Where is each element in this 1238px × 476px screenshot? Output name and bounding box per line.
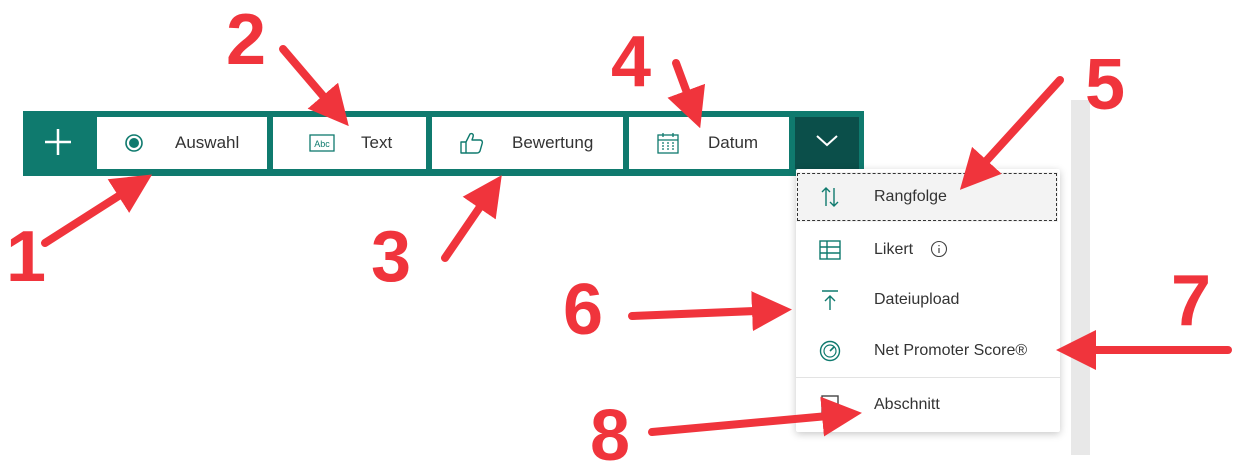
annotation-arrow-2 (279, 45, 349, 127)
annotation-arrow-1 (41, 174, 153, 247)
annotation-arrow-4 (667, 59, 706, 129)
annotation-number-1: 1 (6, 217, 47, 297)
annotation-number-7: 7 (1171, 261, 1212, 341)
annotation-number-2: 2 (226, 0, 267, 80)
annotation-number-3: 3 (371, 217, 412, 297)
annotation-arrow-5 (959, 76, 1064, 190)
annotation-arrow-3 (441, 175, 502, 262)
annotation-arrow-8 (648, 396, 862, 437)
annotation-number-8: 8 (590, 396, 631, 476)
annotation-number-5: 5 (1085, 45, 1126, 125)
annotation-arrow-6 (628, 291, 792, 332)
annotation-number-4: 4 (611, 22, 652, 102)
annotation-number-6: 6 (563, 270, 604, 350)
